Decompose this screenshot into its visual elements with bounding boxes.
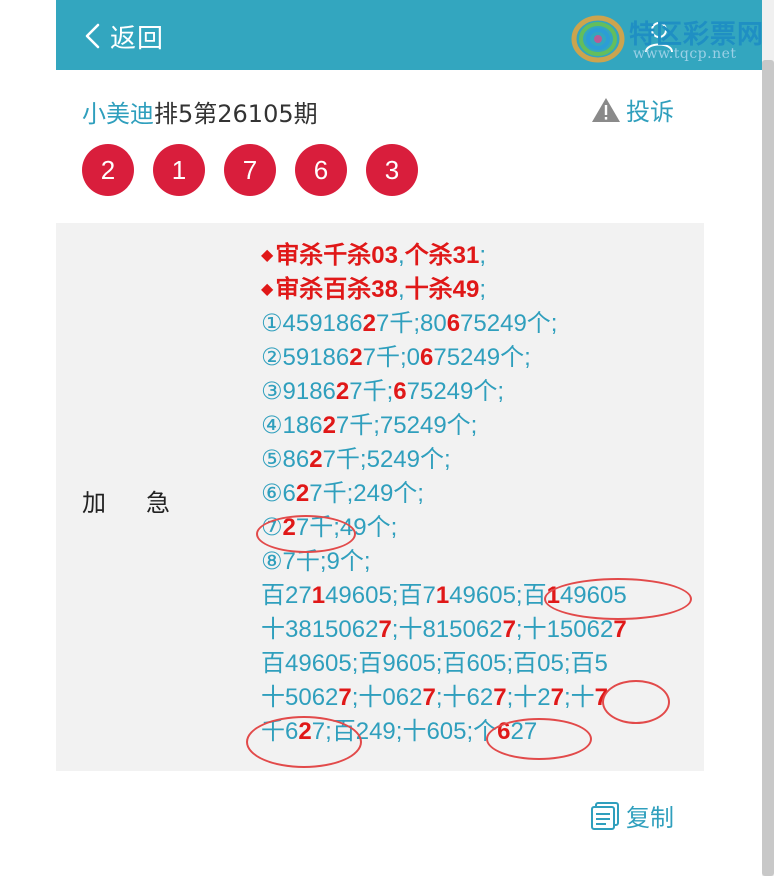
line-text: ;十815062: [391, 616, 503, 643]
line-text: 75249个;: [460, 310, 558, 337]
scrollbar-thumb[interactable]: [762, 60, 774, 876]
line-text: ;十15062: [515, 616, 614, 643]
hit-digit: 7: [550, 684, 564, 711]
hit-digit: 2: [349, 344, 363, 371]
content-line: ◆审杀千杀03,个杀31;: [261, 239, 701, 273]
category-char: 急: [146, 489, 170, 517]
logo-swirl-icon: [571, 15, 625, 63]
line-text: 7千;5249个;: [322, 446, 451, 473]
complain-label: 投诉: [626, 98, 674, 126]
line-text: 个杀31: [404, 242, 480, 269]
line-text: ;十062: [351, 684, 423, 711]
number-ball: 1: [153, 144, 205, 196]
line-text: ,: [398, 276, 405, 303]
line-text: 审杀百杀38: [275, 276, 399, 303]
hit-digit: 7: [613, 616, 627, 643]
line-text: ;: [479, 276, 487, 303]
hit-digit: 6: [446, 310, 461, 337]
annotation-circle: [602, 680, 670, 724]
category-label: 加急: [82, 483, 170, 518]
diamond-icon: ◆: [261, 247, 274, 264]
line-text: 审杀千杀03: [275, 242, 399, 269]
copy-button[interactable]: 复制: [590, 798, 674, 833]
back-button[interactable]: 返回: [82, 18, 164, 54]
hit-digit: 7: [378, 616, 392, 643]
content-line: ⑥627千;249个;: [261, 477, 701, 511]
chevron-left-icon: [85, 23, 100, 49]
line-text: ;: [479, 242, 487, 269]
logo-url-text: www.tqcp.net: [633, 46, 737, 62]
line-text: 7千;80: [375, 310, 447, 337]
hit-digit: 7: [338, 684, 352, 711]
line-text: 7千;: [349, 378, 394, 405]
line-text: ⑤86: [261, 446, 310, 473]
line-text: 7千;75249个;: [335, 412, 478, 439]
copy-label: 复制: [626, 804, 674, 832]
page-left-margin: [0, 0, 56, 876]
annotation-circle: [486, 718, 592, 760]
issue-title: 排5第26105期: [154, 100, 318, 128]
number-ball: 7: [224, 144, 276, 196]
hit-digit: 2: [335, 378, 350, 405]
page-title: 小美迪排5第26105期: [82, 94, 318, 129]
line-text: ③9186: [261, 378, 336, 405]
complain-button[interactable]: 投诉: [590, 92, 674, 127]
hit-digit: 7: [422, 684, 436, 711]
line-text: 百27: [261, 582, 312, 609]
annotation-circle: [246, 716, 362, 768]
author-link[interactable]: 小美迪: [82, 100, 154, 128]
line-text: ;十2: [506, 684, 551, 711]
hit-digit: 6: [420, 344, 434, 371]
line-text: 7千;249个;: [309, 480, 424, 507]
content-line: ④18627千;75249个;: [261, 409, 701, 443]
line-text: ④186: [261, 412, 323, 439]
hit-digit: 2: [309, 446, 323, 473]
main-card: 返回 特区彩票网 www.tqcp.net 小美迪排5第26105期 投诉 2 …: [56, 0, 763, 876]
diamond-icon: ◆: [261, 281, 274, 298]
number-ball: 6: [295, 144, 347, 196]
annotation-circle: [256, 515, 356, 553]
back-label: 返回: [110, 23, 165, 54]
line-text: ,: [398, 242, 405, 269]
hit-digit: 2: [295, 480, 310, 507]
hit-digit: 7: [502, 616, 516, 643]
hit-digit: 6: [393, 378, 407, 405]
site-logo-watermark: 特区彩票网 www.tqcp.net: [571, 10, 766, 66]
category-char: 加: [82, 489, 106, 517]
line-text: 7千;0: [362, 344, 420, 371]
draw-numbers: 2 1 7 6 3: [82, 144, 437, 196]
warning-icon: [592, 97, 620, 122]
line-text: 75249个;: [406, 378, 505, 405]
content-line: ◆审杀百杀38,十杀49;: [261, 273, 701, 307]
content-line: 百49605;百9605;百605;百05;百5: [261, 647, 701, 681]
line-text: 49605;百: [449, 582, 547, 609]
content-line: ②5918627千;0675249个;: [261, 341, 701, 375]
hit-digit: 1: [311, 582, 326, 609]
hit-digit: 2: [322, 412, 336, 439]
line-text: 百49605;百9605;百605;百05;百5: [261, 650, 608, 677]
copy-icon: [591, 801, 619, 830]
line-text: ①459186: [261, 310, 363, 337]
line-text: ;十62: [435, 684, 494, 711]
number-ball: 2: [82, 144, 134, 196]
annotation-circle: [544, 578, 692, 620]
content-line: ③918627千;675249个;: [261, 375, 701, 409]
content-line: ①45918627千;80675249个;: [261, 307, 701, 341]
line-text: 十杀49: [404, 276, 480, 303]
line-text: 75249个;: [433, 344, 531, 371]
line-text: ;十: [563, 684, 595, 711]
hit-digit: 7: [493, 684, 507, 711]
hit-digit: 1: [435, 582, 450, 609]
line-text: ⑥6: [261, 480, 296, 507]
content-line: ⑤8627千;5249个;: [261, 443, 701, 477]
line-text: 49605;百7: [325, 582, 436, 609]
prediction-content: ◆审杀千杀03,个杀31; ◆审杀百杀38,十杀49; ①45918627千;8…: [261, 239, 701, 749]
hit-digit: 2: [362, 310, 376, 337]
line-text: 十3815062: [261, 616, 379, 643]
line-text: 十5062: [261, 684, 339, 711]
line-text: ②59186: [261, 344, 350, 371]
number-ball: 3: [366, 144, 418, 196]
